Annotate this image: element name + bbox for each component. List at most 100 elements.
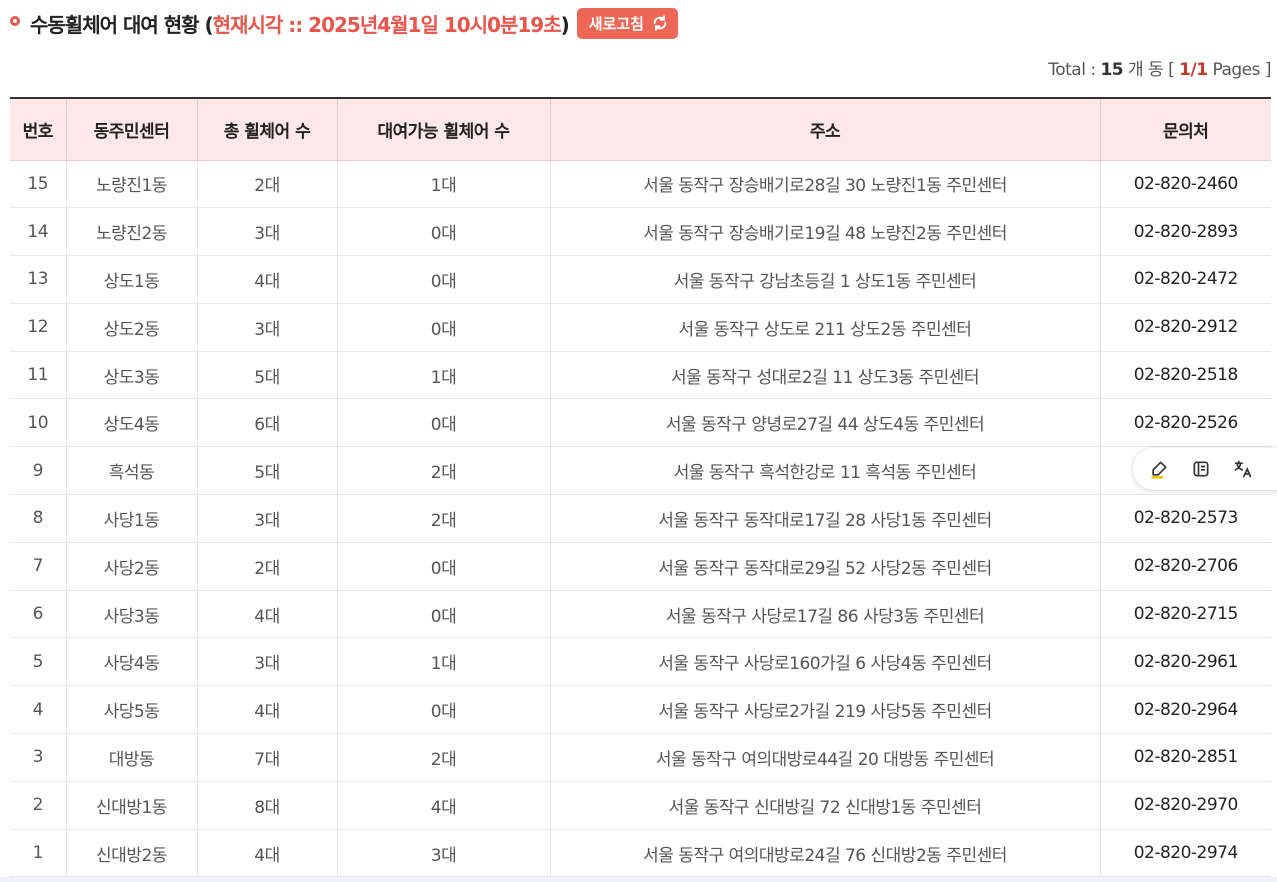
cell-center: 상도1동 xyxy=(66,255,198,304)
cell-total: 3대 xyxy=(197,494,338,543)
cell-center: 신대방2동 xyxy=(66,829,198,878)
cell-number: 1 xyxy=(10,829,67,878)
cell-contact: 02-820-2518 xyxy=(1100,351,1271,400)
cell-number: 14 xyxy=(10,207,67,257)
cell-available: 0대 xyxy=(337,303,551,352)
cell-address: 서울 동작구 동작대로29길 52 사당2동 주민센터 xyxy=(550,542,1101,591)
cell-address: 서울 동작구 장승배기로28길 30 노량진1동 주민센터 xyxy=(550,160,1101,209)
cell-contact: 02-820-2715 xyxy=(1100,590,1271,639)
title-close: ) xyxy=(560,12,570,37)
cell-available: 0대 xyxy=(337,207,551,257)
cell-center: 상도4동 xyxy=(66,398,198,448)
cell-contact: 02-820-2912 xyxy=(1100,303,1271,352)
cell-center: 상도3동 xyxy=(66,351,198,400)
header-number: 번호 xyxy=(10,97,67,161)
table-row: 6 사당3동 4대 0대 서울 동작구 사당로17길 86 사당3동 주민센터 02-82… xyxy=(10,590,1271,639)
refresh-icon xyxy=(653,15,667,31)
header-total-wheelchairs: 총 휠체어 수 xyxy=(197,97,338,161)
notes-icon[interactable] xyxy=(1187,455,1215,483)
cell-center: 노량진2동 xyxy=(66,207,198,257)
table-row: 2 신대방1동 8대 4대 서울 동작구 신대방길 72 신대방1동 주민센터 02-82… xyxy=(10,781,1271,830)
cell-contact: 02-820-2961 xyxy=(1100,637,1271,687)
cell-number: 4 xyxy=(10,685,67,735)
cell-center: 사당4동 xyxy=(66,637,198,687)
title-text: 수동휠체어 대여 현황 ( xyxy=(30,12,214,37)
cell-contact: 02-820-2970 xyxy=(1100,781,1271,830)
cell-available: 1대 xyxy=(337,351,551,400)
table-row: 15 노량진1동 2대 1대 서울 동작구 장승배기로28길 30 노량진1동 주민센터… xyxy=(10,160,1271,209)
cell-center: 대방동 xyxy=(66,733,198,782)
cell-center: 노량진1동 xyxy=(66,160,198,209)
cell-contact: 02-820-2460 xyxy=(1100,160,1271,209)
cell-contact: 02-820-2893 xyxy=(1100,207,1271,257)
cell-available: 0대 xyxy=(337,255,551,304)
cell-total: 2대 xyxy=(197,542,338,591)
cell-number: 12 xyxy=(10,303,67,352)
cell-available: 1대 xyxy=(337,160,551,209)
cell-center: 사당3동 xyxy=(66,590,198,639)
cell-available: 0대 xyxy=(337,685,551,735)
refresh-button[interactable]: 새로고침 xyxy=(576,7,678,39)
cell-number: 10 xyxy=(10,398,67,448)
highlighter-icon[interactable] xyxy=(1145,455,1173,483)
bottom-strip xyxy=(0,877,1277,882)
cell-address: 서울 동작구 여의대방로24길 76 신대방2동 주민센터 xyxy=(550,829,1101,878)
header-contact: 문의처 xyxy=(1100,97,1271,161)
cell-address: 서울 동작구 신대방길 72 신대방1동 주민센터 xyxy=(550,781,1101,830)
cell-total: 3대 xyxy=(197,303,338,352)
header-center: 동주민센터 xyxy=(66,97,198,161)
cell-contact: 02-820-2706 xyxy=(1100,542,1271,591)
total-count: 15 xyxy=(1100,60,1124,80)
cell-total: 6대 xyxy=(197,398,338,448)
cell-address: 서울 동작구 사당로160가길 6 사당4동 주민센터 xyxy=(550,637,1101,687)
cell-available: 0대 xyxy=(337,542,551,591)
cell-number: 11 xyxy=(10,351,67,400)
cell-address: 서울 동작구 동작대로17길 28 사당1동 주민센터 xyxy=(550,494,1101,543)
cell-total: 2대 xyxy=(197,160,338,209)
table-row: 14 노량진2동 3대 0대 서울 동작구 장승배기로19길 48 노량진2동 주민센터… xyxy=(10,207,1271,257)
cell-total: 3대 xyxy=(197,637,338,687)
cell-total: 5대 xyxy=(197,446,338,496)
translate-icon[interactable] xyxy=(1229,455,1257,483)
cell-total: 4대 xyxy=(197,590,338,639)
cell-available: 2대 xyxy=(337,446,551,496)
cell-number: 6 xyxy=(10,590,67,639)
cell-number: 13 xyxy=(10,255,67,304)
pagination-summary: Total : 15 개 동 [ 1/1 Pages ] xyxy=(1048,55,1271,80)
table-row: 9 흑석동 5대 2대 서울 동작구 흑석한강로 11 흑석동 주민센터 xyxy=(10,446,1271,496)
table-row: 13 상도1동 4대 0대 서울 동작구 강남초등길 1 상도1동 주민센터 02-820… xyxy=(10,255,1271,304)
cell-address: 서울 동작구 여의대방로44길 20 대방동 주민센터 xyxy=(550,733,1101,782)
cell-address: 서울 동작구 성대로2길 11 상도3동 주민센터 xyxy=(550,351,1101,400)
cell-number: 9 xyxy=(10,446,67,496)
refresh-label: 새로고침 xyxy=(588,14,644,33)
total-label: Total : xyxy=(1048,60,1101,80)
cell-center: 흑석동 xyxy=(66,446,198,496)
cell-number: 5 xyxy=(10,637,67,687)
cell-total: 3대 xyxy=(197,207,338,257)
cell-contact: 02-820-2526 xyxy=(1100,398,1271,448)
pages-label: Pages ] xyxy=(1207,60,1271,80)
table-row: 3 대방동 7대 2대 서울 동작구 여의대방로44길 20 대방동 주민센터 02-82… xyxy=(10,733,1271,782)
cell-contact: 02-820-2851 xyxy=(1100,733,1271,782)
table-row: 5 사당4동 3대 1대 서울 동작구 사당로160가길 6 사당4동 주민센터 02-8… xyxy=(10,637,1271,687)
rental-status-table: 번호 동주민센터 총 휠체어 수 대여가능 휠체어 수 주소 문의처 15 노량진… xyxy=(10,97,1271,878)
cell-center: 상도2동 xyxy=(66,303,198,352)
cell-address: 서울 동작구 사당로17길 86 사당3동 주민센터 xyxy=(550,590,1101,639)
cell-total: 8대 xyxy=(197,781,338,830)
table-row: 4 사당5동 4대 0대 서울 동작구 사당로2가길 219 사당5동 주민센터 02-8… xyxy=(10,685,1271,735)
cell-address: 서울 동작구 장승배기로19길 48 노량진2동 주민센터 xyxy=(550,207,1101,257)
current-time: 현재시각 :: 2025년4월1일 10시0분19초 xyxy=(212,12,562,37)
cell-available: 0대 xyxy=(337,590,551,639)
cell-number: 8 xyxy=(10,494,67,543)
cell-address: 서울 동작구 강남초등길 1 상도1동 주민센터 xyxy=(550,255,1101,304)
cell-available: 2대 xyxy=(337,733,551,782)
cell-number: 2 xyxy=(10,781,67,830)
page-header: 수동휠체어 대여 현황 (현재시각 :: 2025년4월1일 10시0분19초)… xyxy=(10,6,678,40)
cell-total: 7대 xyxy=(197,733,338,782)
cell-total: 5대 xyxy=(197,351,338,400)
header-address: 주소 xyxy=(550,97,1101,161)
cell-number: 15 xyxy=(10,160,67,209)
cell-number: 7 xyxy=(10,542,67,591)
cell-address: 서울 동작구 사당로2가길 219 사당5동 주민센터 xyxy=(550,685,1101,735)
table-row: 7 사당2동 2대 0대 서울 동작구 동작대로29길 52 사당2동 주민센터 02-8… xyxy=(10,542,1271,591)
